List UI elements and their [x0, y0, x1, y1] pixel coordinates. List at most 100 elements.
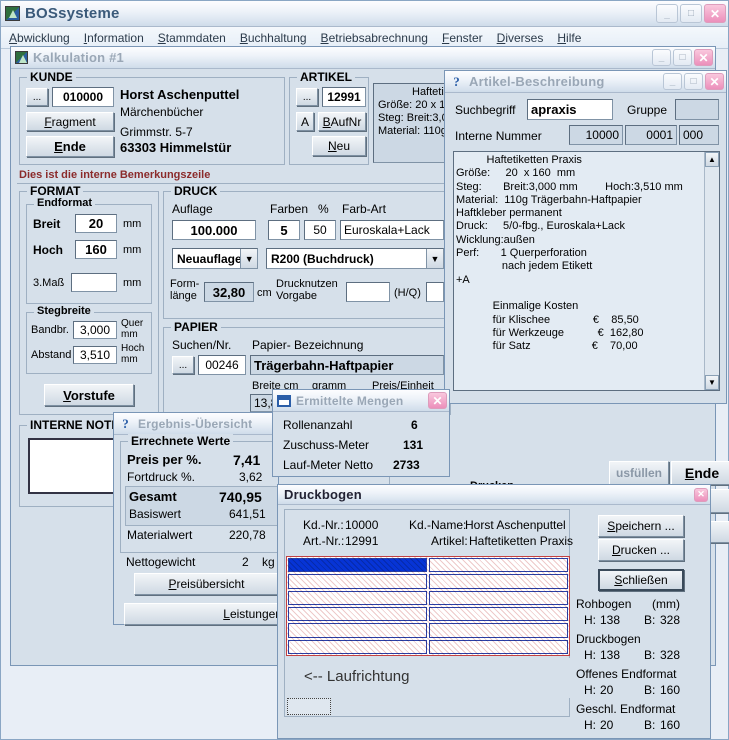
- close-icon[interactable]: ✕: [694, 488, 708, 502]
- menu-item-diverses[interactable]: Diverses: [497, 31, 544, 45]
- farbart-input[interactable]: Euroskala+Lack: [340, 220, 444, 240]
- artikel-bauftragsnr-button[interactable]: BAufNr: [318, 112, 366, 131]
- mass3-input[interactable]: [71, 273, 117, 292]
- artikel-label: Artikel:: [431, 534, 468, 548]
- maximize-icon[interactable]: □: [680, 4, 702, 23]
- kunde-ende-button[interactable]: Ende: [26, 136, 114, 157]
- gruppe-field[interactable]: [675, 99, 719, 120]
- druckbogen-cell[interactable]: [288, 574, 427, 588]
- kd-name-value: Horst Aschenputtel: [465, 518, 566, 532]
- ausfuellen-button[interactable]: usfüllen: [609, 461, 669, 485]
- chevron-down-icon[interactable]: ▼: [426, 249, 443, 268]
- menu-item-stammdaten[interactable]: Stammdaten: [158, 31, 226, 45]
- bandbr-unit: Quer mm: [121, 318, 143, 340]
- artikel-beschreibung-window-controls[interactable]: _ □ ✕: [663, 73, 724, 90]
- geschl-endformat-title: Geschl. Endformat: [576, 702, 675, 716]
- artikel-beschreibung-titlebar[interactable]: ? Artikel-Beschreibung _ □ ✕: [445, 71, 726, 93]
- druck-legend: DRUCK: [171, 184, 220, 198]
- auflage-typ-select[interactable]: Neuauflage ▼: [172, 248, 258, 269]
- kunde-browse-button[interactable]: ...: [26, 88, 48, 106]
- speichern-button[interactable]: Speichern ...: [598, 515, 684, 537]
- druckbogen-cell[interactable]: [288, 640, 427, 654]
- breit-input[interactable]: 20: [75, 214, 117, 233]
- papier-browse-button[interactable]: ...: [172, 356, 194, 374]
- vorstufe-button[interactable]: Vorstufe: [44, 384, 134, 406]
- abstand-input[interactable]: 3,510: [73, 346, 117, 364]
- farben-input[interactable]: 5: [268, 220, 300, 240]
- farbart-label: Farb-Art: [342, 202, 386, 216]
- drucknutzen-input[interactable]: [346, 282, 390, 302]
- maximize-icon[interactable]: □: [684, 73, 703, 90]
- kunde-fragment-button[interactable]: Fragment: [26, 112, 114, 131]
- auflage-input[interactable]: 100.000: [172, 220, 256, 240]
- stegbreite-group: Stegbreite Bandbr. 3,000 Quer mm Abstand…: [26, 312, 152, 374]
- artikel-description-pane[interactable]: Haftetiketten Praxis Größe: 20 x 160 mm …: [453, 151, 720, 391]
- artikel-number-field[interactable]: 12991: [322, 87, 366, 107]
- druckbogen-cell[interactable]: [429, 558, 568, 572]
- artikel-neu-button[interactable]: Neu: [312, 136, 366, 156]
- drucken-button[interactable]: Drucken ...: [598, 539, 684, 561]
- druckbogen-titlebar[interactable]: Druckbogen ✕: [278, 485, 710, 505]
- druckbogen-cell[interactable]: [429, 623, 568, 637]
- papier-nummer-input[interactable]: 00246: [198, 355, 246, 375]
- menu-item-information[interactable]: Information: [84, 31, 144, 45]
- minimize-icon[interactable]: _: [663, 73, 682, 90]
- druckbogen-cell[interactable]: [288, 591, 427, 605]
- druckbogen-cell[interactable]: [288, 558, 427, 572]
- endformat-group: Endformat Breit 20 mm Hoch 160 mm 3.Maß …: [26, 204, 152, 304]
- prozent-input[interactable]: 50: [304, 220, 336, 240]
- scroll-down-button[interactable]: ▼: [705, 375, 719, 390]
- preisuebersicht-button[interactable]: Preisübersicht: [134, 573, 279, 595]
- window-square-icon: [277, 395, 291, 407]
- minimize-icon[interactable]: _: [656, 4, 678, 23]
- druckbogen-cell[interactable]: [288, 607, 427, 621]
- druckbogen-cell[interactable]: [429, 607, 568, 621]
- menu-item-betriebsabrechnung[interactable]: Betriebsabrechnung: [321, 31, 428, 45]
- gruppe-label: Gruppe: [627, 103, 667, 117]
- close-icon[interactable]: ✕: [705, 73, 724, 90]
- description-scrollbar[interactable]: ▲ ▼: [704, 152, 719, 390]
- ergebnis-uebersicht-window: ? Ergebnis-Übersicht Errechnete Werte Pr…: [113, 412, 279, 625]
- menu-item-fenster[interactable]: Fenster: [442, 31, 483, 45]
- chevron-down-icon[interactable]: ▼: [240, 249, 257, 268]
- bottom-tab[interactable]: [287, 698, 331, 715]
- druckbogen-cell[interactable]: [288, 623, 427, 637]
- kalkulation-icon: [15, 51, 28, 64]
- close-icon[interactable]: ✕: [704, 4, 726, 23]
- ergebnis-titlebar[interactable]: ? Ergebnis-Übersicht: [114, 413, 278, 435]
- leistungen-button[interactable]: Leistungen a: [124, 603, 299, 625]
- close-icon[interactable]: ✕: [428, 392, 447, 409]
- maschine-select[interactable]: R200 (Buchdruck) ▼: [266, 248, 444, 269]
- druckbogen-cell[interactable]: [429, 640, 568, 654]
- mass3-label: 3.Maß: [33, 277, 64, 289]
- kalkulation-window-controls[interactable]: _ □ ✕: [652, 49, 713, 66]
- kunde-group: KUNDE ... 010000 Horst Aschenputtel Märc…: [19, 77, 285, 165]
- hoch-input[interactable]: 160: [75, 240, 117, 259]
- scroll-up-button[interactable]: ▲: [705, 152, 719, 167]
- kalkulation-title: Kalkulation #1: [33, 50, 124, 65]
- mass3-unit: mm: [123, 277, 141, 289]
- suchbegriff-input[interactable]: apraxis: [527, 99, 613, 120]
- minimize-icon[interactable]: _: [652, 49, 671, 66]
- papier-bezeichnung-field: Trägerbahn-Haftpapier: [250, 355, 444, 375]
- druckbogen-sheet[interactable]: [286, 556, 570, 656]
- kalkulation-titlebar[interactable]: Kalkulation #1 _ □ ✕: [11, 47, 715, 69]
- close-icon[interactable]: ✕: [694, 49, 713, 66]
- hq-input[interactable]: [426, 282, 444, 302]
- artikel-browse-button[interactable]: ...: [296, 88, 318, 106]
- bandbr-input[interactable]: 3,000: [73, 321, 117, 339]
- druckbogen-cell[interactable]: [429, 591, 568, 605]
- kalkulation-ende-button[interactable]: Ende: [671, 461, 729, 485]
- maximize-icon[interactable]: □: [673, 49, 692, 66]
- menu-item-abwicklung[interactable]: Abwicklung: [9, 31, 70, 45]
- kunde-number-field[interactable]: 010000: [52, 87, 114, 107]
- app-window-controls[interactable]: _ □ ✕: [656, 4, 726, 23]
- menu-item-buchhaltung[interactable]: Buchhaltung: [240, 31, 307, 45]
- app-titlebar[interactable]: BOSsysteme _ □ ✕: [1, 1, 728, 27]
- menu-item-hilfe[interactable]: Hilfe: [557, 31, 581, 45]
- druckbogen-cell[interactable]: [429, 574, 568, 588]
- mengen-titlebar[interactable]: Ermittelte Mengen ✕: [273, 390, 449, 412]
- artikel-legend: ARTIKEL: [297, 70, 355, 84]
- schliessen-button[interactable]: Schließen: [598, 569, 684, 591]
- artikel-a-button[interactable]: A: [296, 112, 314, 131]
